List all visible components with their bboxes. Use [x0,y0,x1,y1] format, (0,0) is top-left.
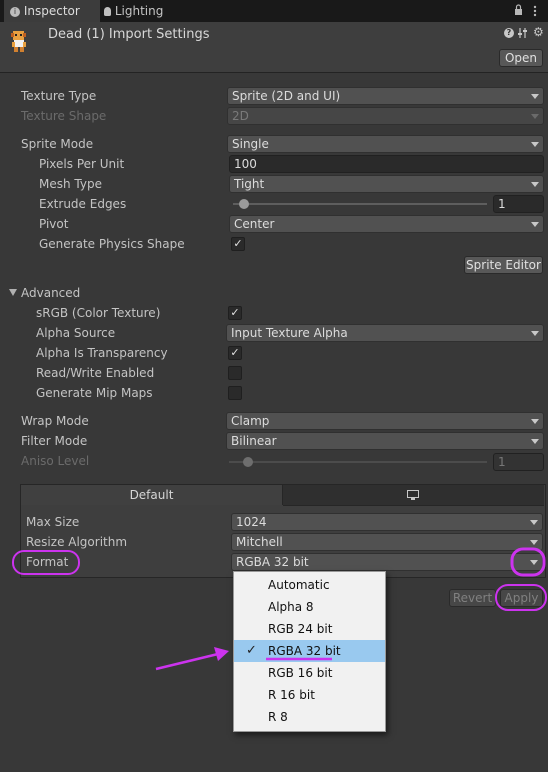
arrow-line [155,652,219,671]
annotation-overlay [12,547,547,671]
format-label-highlight [12,550,80,575]
arrow-head-icon [214,647,229,661]
apply-highlight [495,584,547,611]
format-arrow-highlight [510,547,546,577]
